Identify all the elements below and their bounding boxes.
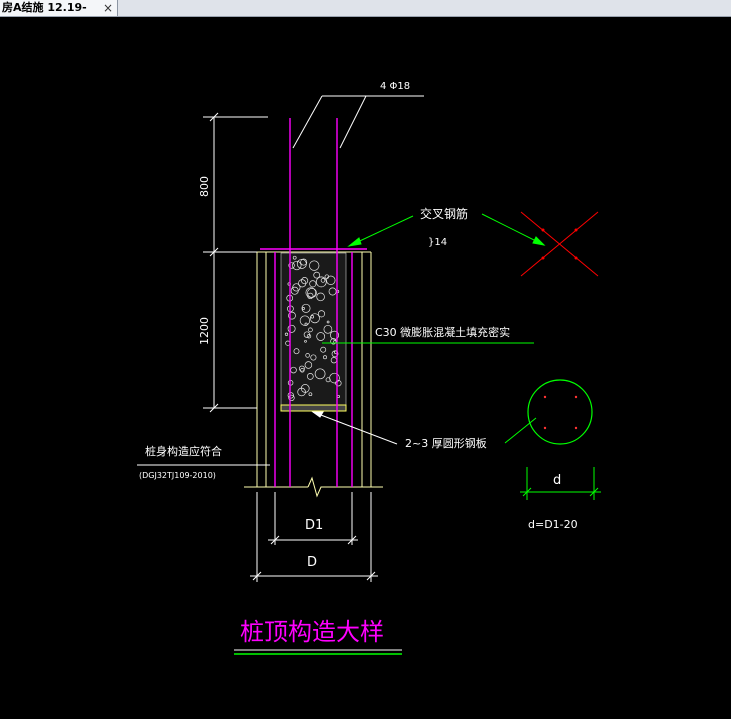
plate-plan-circle (527, 379, 593, 445)
circle-leader (504, 417, 537, 444)
dim-D1: D1 (305, 518, 323, 533)
dim-1200: 1200 (198, 317, 211, 345)
dim-800: 800 (198, 176, 211, 197)
pile-body-label: 桩身构造应符合 (145, 444, 222, 458)
concrete-fill (280, 252, 347, 407)
dim-D: D (307, 555, 317, 570)
cross-rebar-plan (520, 211, 599, 277)
cross-rebar-label: 交叉钢筋 (420, 206, 468, 221)
rebar-top-leader (292, 95, 424, 149)
dimension-left (203, 112, 268, 413)
pile-body-std: (DGJ32TJ109-2010) (139, 471, 216, 480)
formula-label: d=D1-20 (528, 518, 578, 531)
tab-drawing[interactable]: 房A结施 12.19- × (0, 0, 118, 16)
dim-d: d (553, 473, 561, 488)
rebar-top-label: 4 Φ18 (380, 81, 410, 92)
drawing-title: 桩顶构造大样 (240, 618, 384, 646)
cross-rebar-spec: }14 (428, 237, 447, 248)
cad-drawing-canvas[interactable]: 4 Φ18 800 1200 交叉钢筋 }14 C30 微膨胀混凝土填充密实 2… (0, 16, 731, 719)
concrete-label: C30 微膨胀混凝土填充密实 (375, 325, 510, 339)
plate-leader (311, 411, 398, 445)
close-icon[interactable]: × (103, 0, 113, 16)
plate-label: 2~3 厚圆形钢板 (405, 436, 487, 450)
steel-plate (280, 404, 347, 412)
tab-title: 房A结施 12.19- (2, 1, 87, 14)
title-underline (234, 649, 402, 655)
tab-bar: 房A结施 12.19- × (0, 0, 731, 17)
